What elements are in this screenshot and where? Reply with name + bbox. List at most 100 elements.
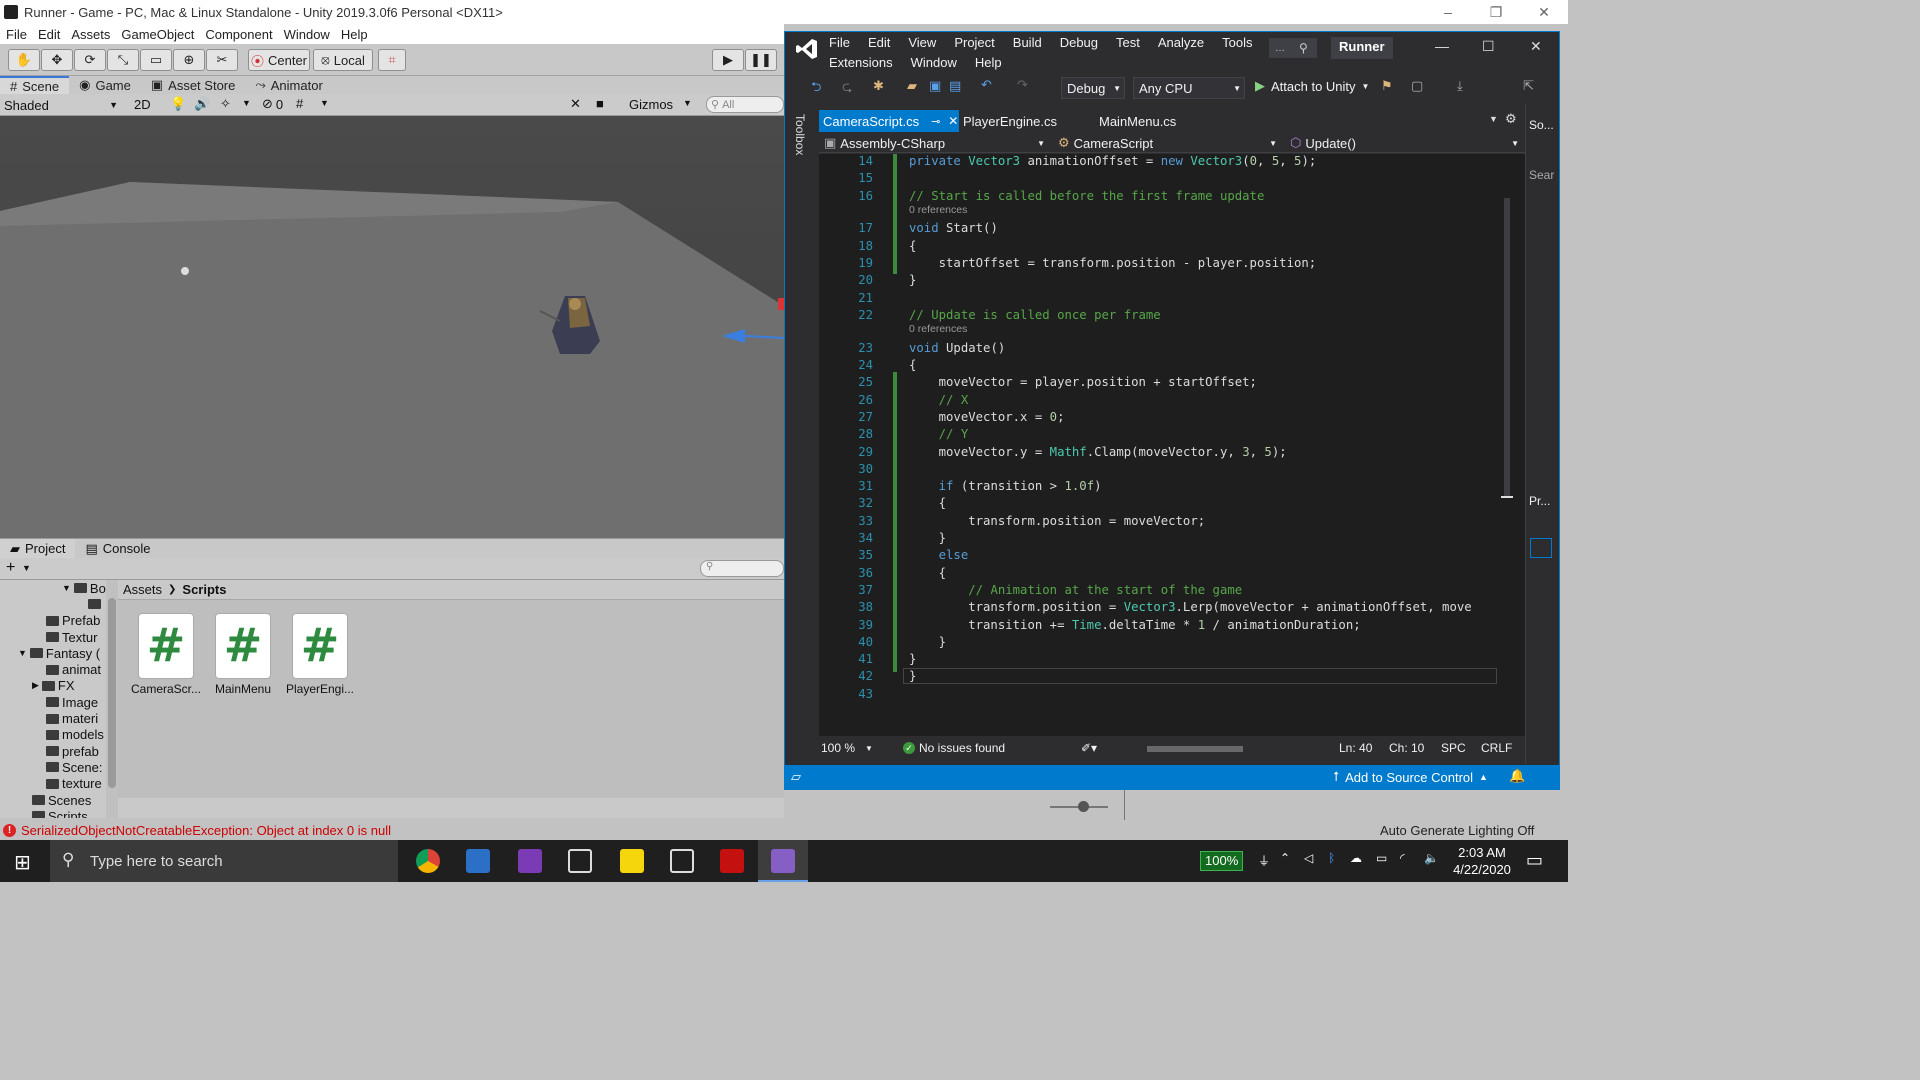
platform-dropdown[interactable]: Any CPU ▼ bbox=[1133, 77, 1245, 99]
bell-icon[interactable]: 🔔 bbox=[1509, 768, 1525, 784]
onedrive-icon[interactable]: ☁ bbox=[1350, 851, 1362, 865]
code-line[interactable]: void Update() bbox=[909, 341, 1005, 355]
code-line[interactable]: transform.position = Vector3.Lerp(moveVe… bbox=[909, 600, 1471, 614]
visual-studio-taskbar-button[interactable] bbox=[758, 840, 808, 882]
lighting-icon[interactable]: 💡 bbox=[170, 96, 186, 112]
member-nav-dropdown[interactable]: ⬡ Update() ▼ bbox=[1287, 133, 1523, 153]
code-line[interactable]: } bbox=[909, 669, 916, 683]
breadcrumb-assets[interactable]: Assets bbox=[123, 582, 162, 597]
chevron-up-icon[interactable]: ⌃ bbox=[1280, 851, 1290, 865]
tab-asset-store[interactable]: ▣ Asset Store bbox=[141, 76, 246, 94]
audio-icon[interactable]: 🔊 bbox=[194, 96, 210, 112]
code-line[interactable]: // Animation at the start of the game bbox=[909, 583, 1242, 597]
open-file-icon[interactable]: ▰ bbox=[907, 78, 917, 94]
tree-item[interactable]: ▶ FX bbox=[0, 678, 118, 694]
solution-explorer-tab[interactable]: So... bbox=[1529, 118, 1554, 132]
vs-menu-help[interactable]: Help bbox=[975, 55, 1002, 70]
toolbox-sidebar[interactable]: Toolbox bbox=[793, 104, 815, 764]
snap-icon[interactable]: ⌗ bbox=[378, 49, 406, 71]
add-to-source-control-button[interactable]: ⭡ Add to Source Control ▲ bbox=[1333, 769, 1488, 785]
asset-main-menu[interactable]: # MainMenu bbox=[207, 614, 279, 696]
tree-item[interactable]: Scene: bbox=[0, 759, 118, 775]
code-line[interactable]: if (transition > 1.0f) bbox=[909, 479, 1102, 493]
play-button[interactable]: ▶ bbox=[712, 49, 744, 71]
zoom-dropdown[interactable]: 100 % ▼ bbox=[821, 741, 879, 755]
code-line[interactable]: moveVector = player.position + startOffs… bbox=[909, 375, 1257, 389]
pause-button[interactable]: ❚❚ bbox=[745, 49, 777, 71]
error-message[interactable]: SerializedObjectNotCreatableException: O… bbox=[21, 823, 391, 838]
power-plug-icon[interactable]: ⏚ bbox=[1258, 852, 1270, 869]
solution-search[interactable]: Sear bbox=[1529, 168, 1554, 182]
vs-menu-view[interactable]: View bbox=[908, 35, 936, 50]
step-icon[interactable]: ⤓ bbox=[1457, 78, 1463, 94]
gizmos-button[interactable]: Gizmos bbox=[629, 97, 673, 112]
taskbar-search-input[interactable]: ⚲ Type here to search bbox=[50, 840, 398, 882]
undo-icon[interactable]: ↶ bbox=[981, 77, 992, 93]
chrome-icon[interactable] bbox=[416, 849, 440, 873]
codelens-references[interactable]: 0 references bbox=[909, 323, 967, 335]
code-line[interactable]: // Start is called before the first fram… bbox=[909, 189, 1264, 203]
tree-item[interactable]: Scenes bbox=[0, 792, 118, 808]
code-line[interactable]: void Start() bbox=[909, 221, 998, 235]
vs-menu-project[interactable]: Project bbox=[954, 35, 994, 50]
vs-menu-file[interactable]: File bbox=[829, 35, 850, 50]
tab-animator[interactable]: ⤳ Animator bbox=[245, 76, 332, 94]
issues-indicator[interactable]: ✓ No issues found bbox=[903, 741, 1005, 755]
code-line[interactable]: moveVector.y = Mathf.Clamp(moveVector.y,… bbox=[909, 445, 1287, 459]
bluetooth-icon[interactable]: ᛒ bbox=[1328, 851, 1335, 865]
tree-item[interactable]: Textur bbox=[0, 629, 118, 645]
code-line[interactable]: // Update is called once per frame bbox=[909, 308, 1161, 322]
breadcrumb-scripts[interactable]: Scripts bbox=[182, 582, 226, 597]
grid-dropdown-icon[interactable]: ▼ bbox=[320, 98, 329, 108]
whitespace-indicator[interactable]: SPC bbox=[1441, 741, 1466, 755]
save-all-icon[interactable]: ▤ bbox=[949, 78, 961, 94]
code-line[interactable]: } bbox=[909, 531, 946, 545]
menu-help[interactable]: Help bbox=[341, 27, 368, 42]
code-line[interactable]: moveVector.x = 0; bbox=[909, 410, 1065, 424]
redo-icon[interactable]: ↷ bbox=[1017, 77, 1028, 93]
grid-icon[interactable]: # bbox=[296, 96, 303, 111]
notifications-panel-icon[interactable]: ▱ bbox=[791, 769, 801, 785]
effects-icon[interactable]: ✧ bbox=[220, 96, 231, 112]
code-line[interactable]: transform.position = moveVector; bbox=[909, 514, 1205, 528]
toolbox-label[interactable]: Toolbox bbox=[793, 114, 807, 155]
tab-camera-script[interactable]: CameraScript.cs ⊸ ✕ bbox=[819, 110, 959, 132]
vs-search-box[interactable]: … ⚲ bbox=[1269, 38, 1317, 58]
code-line[interactable]: } bbox=[909, 635, 946, 649]
tab-player-engine[interactable]: PlayerEngine.cs bbox=[959, 110, 1069, 132]
tab-project[interactable]: ▰ Project bbox=[0, 539, 76, 558]
close-icon[interactable]: ✕ bbox=[1530, 38, 1542, 55]
project-nav-dropdown[interactable]: ▣ Assembly-CSharp ▼ bbox=[821, 133, 1049, 153]
restore-icon[interactable]: ❐ bbox=[1472, 0, 1520, 24]
menu-gameobject[interactable]: GameObject bbox=[121, 27, 194, 42]
code-line[interactable]: else bbox=[909, 548, 969, 562]
class-nav-dropdown[interactable]: ⚙ CameraScript ▼ bbox=[1055, 133, 1281, 153]
code-line[interactable]: transition += Time.deltaTime * 1 / anima… bbox=[909, 618, 1360, 632]
pin-icon[interactable]: ⊸ bbox=[931, 115, 940, 128]
codelens-references[interactable]: 0 references bbox=[909, 204, 967, 216]
close-icon[interactable]: ✕ bbox=[1520, 0, 1568, 24]
tab-console[interactable]: ▤ Console bbox=[75, 539, 160, 558]
line-ending-indicator[interactable]: CRLF bbox=[1481, 741, 1512, 755]
vs-menu-build[interactable]: Build bbox=[1013, 35, 1042, 50]
editor-hscrollbar[interactable] bbox=[1135, 744, 1311, 754]
tree-item[interactable]: Scripts bbox=[0, 808, 118, 818]
code-line[interactable]: } bbox=[909, 273, 916, 287]
code-line[interactable]: } bbox=[909, 652, 916, 666]
tree-item[interactable]: materi bbox=[0, 710, 118, 726]
tree-item[interactable]: ▼ Bo bbox=[0, 580, 118, 596]
tree-scrollbar[interactable] bbox=[106, 580, 118, 818]
acrobat-icon[interactable] bbox=[720, 849, 744, 873]
save-icon[interactable]: ▣ bbox=[929, 78, 941, 94]
add-asset-button[interactable]: + bbox=[6, 559, 15, 577]
attach-to-unity-button[interactable]: ▶ Attach to Unity ▼ bbox=[1255, 78, 1369, 94]
code-line[interactable]: { bbox=[909, 358, 916, 372]
action-center-icon[interactable]: ▭ bbox=[1526, 850, 1543, 871]
rect-tool-icon[interactable]: ▭ bbox=[140, 49, 172, 71]
menu-file[interactable]: File bbox=[6, 27, 27, 42]
onenote-icon[interactable] bbox=[518, 849, 542, 873]
powershell-icon[interactable] bbox=[466, 849, 490, 873]
vs-menu-test[interactable]: Test bbox=[1116, 35, 1140, 50]
hand-tool-icon[interactable]: ✋ bbox=[8, 49, 40, 71]
properties-tab[interactable]: Pr... bbox=[1529, 494, 1550, 508]
